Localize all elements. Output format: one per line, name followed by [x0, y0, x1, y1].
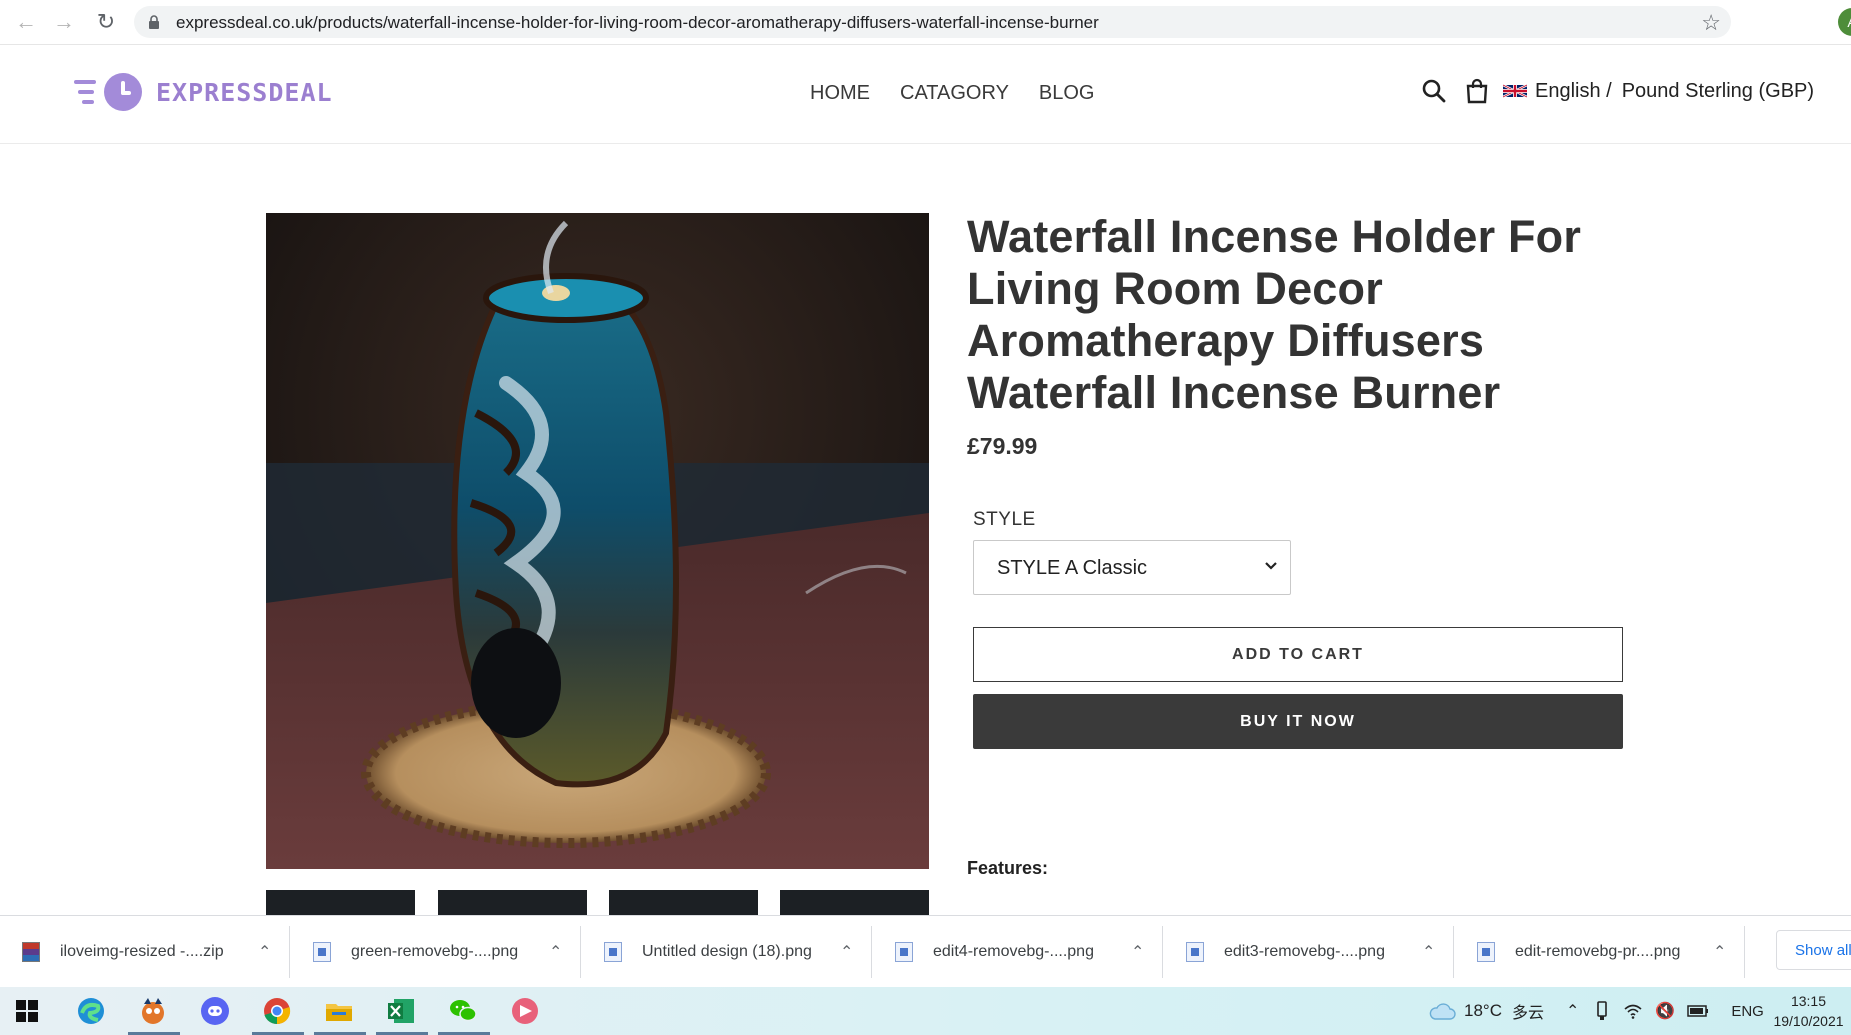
image-file-icon: [604, 942, 622, 962]
chevron-up-icon[interactable]: ⌃: [1422, 942, 1435, 962]
product-info: Waterfall Incense Holder For Living Room…: [967, 211, 1667, 460]
currency-selector[interactable]: Pound Sterling (GBP): [1622, 80, 1814, 103]
product-main-image[interactable]: [266, 213, 929, 869]
download-item[interactable]: edit4-removebg-....png ⌃: [873, 926, 1163, 978]
downloads-bar: iloveimg-resized -....zip ⌃ green-remove…: [0, 915, 1851, 987]
add-to-cart-button[interactable]: ADD TO CART: [973, 627, 1623, 682]
chevron-up-icon[interactable]: ⌃: [840, 942, 853, 962]
product-thumbnail[interactable]: [438, 890, 587, 915]
style-label: STYLE: [973, 509, 1036, 530]
download-filename: edit-removebg-pr....png: [1515, 943, 1681, 960]
product-thumbnail[interactable]: [780, 890, 929, 915]
download-filename: edit4-removebg-....png: [933, 943, 1094, 960]
wechat-icon[interactable]: [446, 994, 480, 1028]
usb-device-icon[interactable]: [1595, 1001, 1609, 1021]
browser-toolbar: ← → ↻ expressdeal.co.uk/products/waterfa…: [0, 0, 1851, 45]
show-all-button[interactable]: Show all: [1776, 930, 1851, 970]
features-heading: Features:: [967, 858, 1049, 878]
chevron-up-icon[interactable]: ⌃: [1566, 1001, 1579, 1021]
discord-icon[interactable]: [198, 994, 232, 1028]
style-select[interactable]: STYLE A Classic: [973, 540, 1291, 595]
chevron-up-icon[interactable]: ⌃: [1131, 942, 1144, 962]
clock-date: 19/10/2021: [1773, 1013, 1844, 1029]
media-player-icon[interactable]: [508, 994, 542, 1028]
address-bar[interactable]: expressdeal.co.uk/products/waterfall-inc…: [134, 6, 1731, 38]
download-item[interactable]: green-removebg-....png ⌃: [291, 926, 581, 978]
clock-icon: [104, 73, 142, 111]
product-thumbnail[interactable]: [609, 890, 758, 915]
wifi-icon[interactable]: [1623, 1003, 1643, 1019]
image-file-icon: [1186, 942, 1204, 962]
download-filename: edit3-removebg-....png: [1224, 943, 1385, 960]
system-tray: 18°C 多云 ⌃ 🔇 ENG: [1428, 987, 1764, 1035]
file-explorer-icon[interactable]: [322, 994, 356, 1028]
header-utilities: English / Pound Sterling (GBP): [1421, 78, 1814, 104]
buy-it-now-button[interactable]: BUY IT NOW: [973, 694, 1623, 749]
logo-text: EXPRESSDEAL: [156, 77, 333, 107]
lock-icon: [149, 15, 159, 29]
chrome-icon[interactable]: [260, 994, 294, 1028]
download-filename: green-removebg-....png: [351, 943, 519, 960]
style-select-value: STYLE A Classic: [997, 557, 1148, 579]
windows-taskbar: 18°C 多云 ⌃ 🔇 ENG 13:15 19/10/2021: [0, 987, 1851, 1035]
product-title: Waterfall Incense Holder For Living Room…: [967, 211, 1582, 418]
image-file-icon: [895, 942, 913, 962]
profile-avatar[interactable]: A: [1838, 8, 1851, 36]
bookmark-star-icon[interactable]: ☆: [1701, 10, 1721, 36]
forward-arrow-icon[interactable]: →: [50, 8, 78, 36]
clock-time: 13:15: [1790, 993, 1827, 1009]
search-icon[interactable]: [1421, 78, 1447, 104]
reload-icon[interactable]: ↻: [92, 8, 120, 36]
image-file-icon: [313, 942, 331, 962]
download-filename: iloveimg-resized -....zip: [60, 943, 224, 960]
url-text[interactable]: expressdeal.co.uk/products/waterfall-inc…: [176, 13, 1099, 33]
nav-home[interactable]: HOME: [810, 82, 870, 105]
input-language[interactable]: ENG: [1731, 1003, 1764, 1020]
battery-icon[interactable]: [1687, 1005, 1709, 1017]
nav-blog[interactable]: BLOG: [1039, 82, 1095, 105]
excel-icon[interactable]: [384, 994, 418, 1028]
download-filename: Untitled design (18).png: [642, 943, 812, 960]
system-clock[interactable]: 13:15 19/10/2021: [1766, 991, 1851, 1031]
incense-burner-photo: [266, 213, 929, 869]
main-nav: HOME CATAGORY BLOG: [810, 82, 1094, 105]
download-item[interactable]: edit3-removebg-....png ⌃: [1164, 926, 1454, 978]
download-item[interactable]: edit-removebg-pr....png ⌃: [1455, 926, 1745, 978]
product-thumbnail[interactable]: [266, 890, 415, 915]
weather-description[interactable]: 多云: [1512, 999, 1544, 1023]
windows-start-icon[interactable]: [10, 994, 44, 1028]
zip-archive-icon: [22, 942, 40, 962]
edge-icon[interactable]: [74, 994, 108, 1028]
shopping-bag-icon[interactable]: [1465, 78, 1489, 104]
product-price: £79.99: [967, 433, 1038, 459]
weather-temperature[interactable]: 18°C: [1464, 1001, 1502, 1021]
image-file-icon: [1477, 942, 1495, 962]
download-item[interactable]: Untitled design (18).png ⌃: [582, 926, 872, 978]
logo-speed-lines: [74, 74, 102, 110]
chevron-up-icon[interactable]: ⌃: [258, 942, 271, 962]
site-header: EXPRESSDEAL HOME CATAGORY BLOG English /…: [0, 46, 1851, 144]
site-logo[interactable]: EXPRESSDEAL: [74, 73, 333, 111]
language-selector[interactable]: English /: [1535, 80, 1612, 103]
speaker-muted-icon[interactable]: 🔇: [1655, 1001, 1675, 1021]
chevron-up-icon[interactable]: ⌃: [1713, 942, 1726, 962]
uk-flag-icon: [1503, 83, 1527, 99]
download-item[interactable]: iloveimg-resized -....zip ⌃: [0, 926, 290, 978]
chevron-up-icon[interactable]: ⌃: [549, 942, 562, 962]
cloud-weather-icon[interactable]: [1428, 1001, 1456, 1021]
game-app-icon[interactable]: [136, 994, 170, 1028]
chevron-down-icon: [1265, 562, 1277, 570]
back-arrow-icon[interactable]: ←: [12, 8, 40, 36]
nav-category[interactable]: CATAGORY: [900, 82, 1009, 105]
